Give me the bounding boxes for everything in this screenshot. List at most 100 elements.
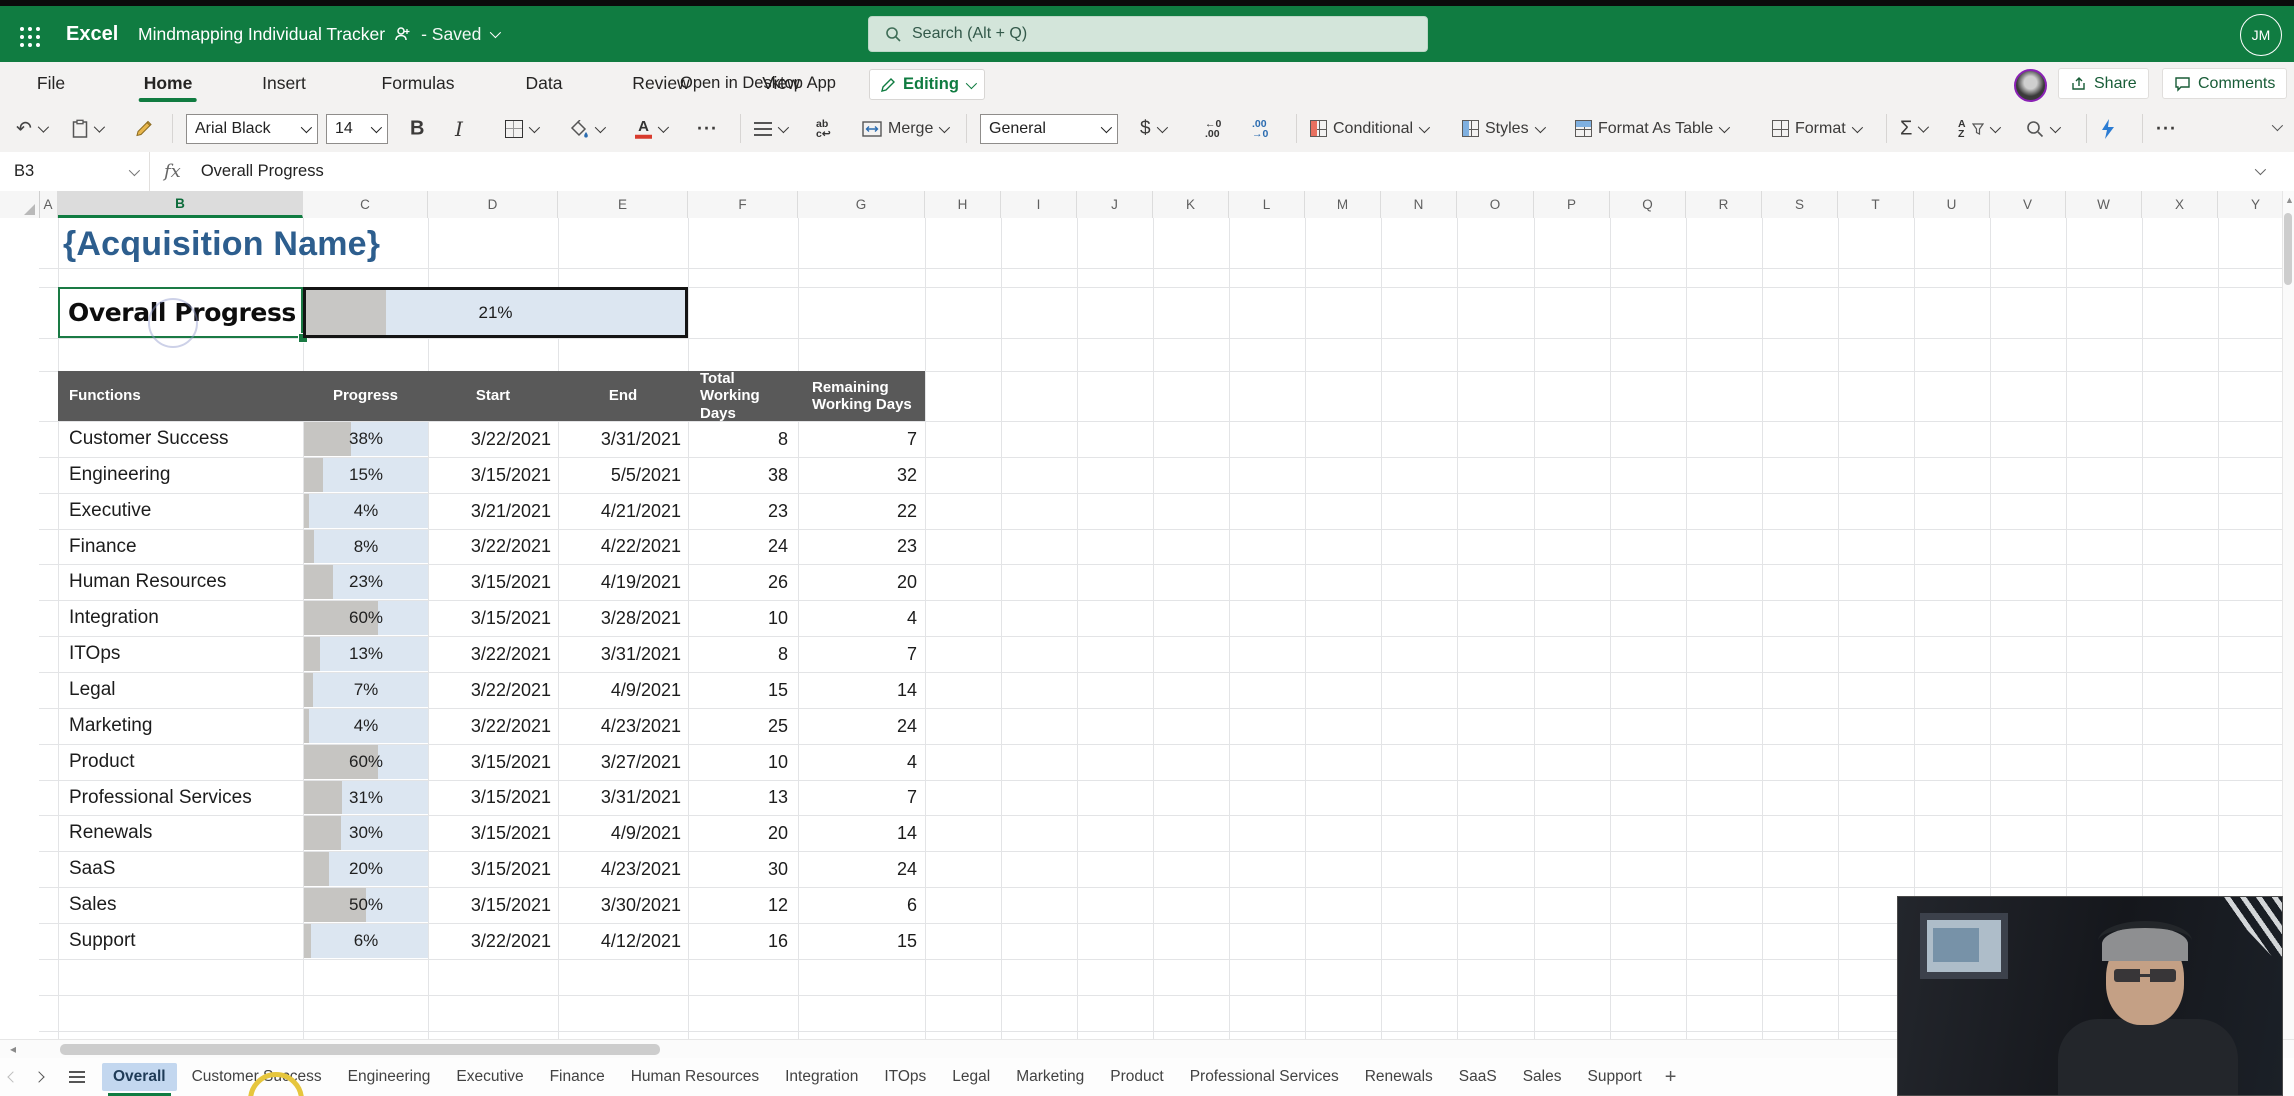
cell-total-working-days[interactable]: 8 xyxy=(688,421,798,457)
formula-input[interactable]: Overall Progress xyxy=(195,162,324,181)
cell-total-working-days[interactable]: 13 xyxy=(688,780,798,815)
cell-remaining-working-days[interactable]: 7 xyxy=(798,780,925,815)
cell-end-date[interactable]: 3/27/2021 xyxy=(558,744,688,780)
cell-remaining-working-days[interactable]: 14 xyxy=(798,672,925,708)
cell-end-date[interactable]: 3/31/2021 xyxy=(558,636,688,672)
cell-total-working-days[interactable]: 10 xyxy=(688,744,798,780)
cell-progress[interactable]: 15% xyxy=(304,458,428,492)
increase-decimal-button[interactable]: .00→0 xyxy=(1252,119,1268,139)
cell-end-date[interactable]: 4/9/2021 xyxy=(558,815,688,851)
menu-data[interactable]: Data xyxy=(526,62,563,105)
cell-function-name[interactable]: ITOps xyxy=(58,636,303,672)
bold-button[interactable]: B xyxy=(410,117,424,140)
sheet-tab-executive[interactable]: Executive xyxy=(445,1063,534,1091)
analyze-data-button[interactable] xyxy=(2100,119,2116,139)
all-sheets-icon[interactable] xyxy=(62,1071,92,1083)
cell-total-working-days[interactable]: 26 xyxy=(688,564,798,600)
cell-end-date[interactable]: 5/5/2021 xyxy=(558,457,688,493)
column-header-H[interactable]: H xyxy=(925,191,1001,218)
column-header-B[interactable]: B xyxy=(58,191,303,218)
cell-end-date[interactable]: 4/9/2021 xyxy=(558,672,688,708)
cell-remaining-working-days[interactable]: 4 xyxy=(798,600,925,636)
menu-insert[interactable]: Insert xyxy=(262,62,306,105)
table-header-progress[interactable]: Progress xyxy=(303,371,428,421)
cell-start-date[interactable]: 3/21/2021 xyxy=(428,493,558,529)
menu-home[interactable]: Home xyxy=(144,62,193,105)
cell-start-date[interactable]: 3/22/2021 xyxy=(428,529,558,564)
cell-start-date[interactable]: 3/15/2021 xyxy=(428,887,558,923)
sheet-tab-renewals[interactable]: Renewals xyxy=(1354,1063,1444,1091)
account-avatar[interactable]: JM xyxy=(2240,14,2282,56)
scroll-up-icon[interactable]: ▲ xyxy=(2285,195,2294,205)
cell-end-date[interactable]: 3/31/2021 xyxy=(558,780,688,815)
cell-remaining-working-days[interactable]: 20 xyxy=(798,564,925,600)
menu-file[interactable]: File xyxy=(37,62,65,105)
title-chevron-icon[interactable] xyxy=(490,27,501,38)
column-header-D[interactable]: D xyxy=(428,191,558,218)
table-header-end[interactable]: End xyxy=(558,371,688,421)
cell-remaining-working-days[interactable]: 23 xyxy=(798,529,925,564)
acquisition-name-cell[interactable]: {Acquisition Name} xyxy=(63,225,380,264)
next-sheet-icon[interactable] xyxy=(26,1073,52,1081)
vertical-scroll-thumb[interactable] xyxy=(2284,213,2292,285)
cell-progress[interactable]: 4% xyxy=(304,494,428,528)
menu-formulas[interactable]: Formulas xyxy=(382,62,455,105)
find-button[interactable] xyxy=(2026,120,2058,138)
cell-progress[interactable]: 50% xyxy=(304,888,428,922)
column-header-T[interactable]: T xyxy=(1838,191,1914,218)
sheet-tab-overall[interactable]: Overall xyxy=(102,1063,177,1091)
cell-function-name[interactable]: Support xyxy=(58,923,303,959)
cell-total-working-days[interactable]: 25 xyxy=(688,708,798,744)
cell-total-working-days[interactable]: 15 xyxy=(688,672,798,708)
table-header-total-working-days[interactable]: Total Working Days xyxy=(688,371,798,421)
sheet-tab-support[interactable]: Support xyxy=(1577,1063,1653,1091)
cell-progress[interactable]: 38% xyxy=(304,422,428,456)
sheet-tab-finance[interactable]: Finance xyxy=(539,1063,616,1091)
borders-button[interactable] xyxy=(505,120,537,138)
app-name[interactable]: Excel xyxy=(66,6,118,62)
sheet-tab-saas[interactable]: SaaS xyxy=(1448,1063,1508,1091)
cell-function-name[interactable]: SaaS xyxy=(58,851,303,887)
prev-sheet-icon[interactable] xyxy=(0,1073,26,1081)
cell-progress[interactable]: 31% xyxy=(304,781,428,814)
cell-remaining-working-days[interactable]: 7 xyxy=(798,421,925,457)
cell-progress[interactable]: 4% xyxy=(304,709,428,743)
cell-start-date[interactable]: 3/15/2021 xyxy=(428,780,558,815)
currency-format-button[interactable]: $ xyxy=(1140,118,1165,140)
cell-start-date[interactable]: 3/15/2021 xyxy=(428,744,558,780)
table-header-functions[interactable]: Functions xyxy=(58,371,303,421)
cell-progress[interactable]: 30% xyxy=(304,816,428,850)
column-header-W[interactable]: W xyxy=(2066,191,2142,218)
column-header-N[interactable]: N xyxy=(1381,191,1457,218)
column-header-X[interactable]: X xyxy=(2142,191,2218,218)
cell-end-date[interactable]: 4/23/2021 xyxy=(558,708,688,744)
cell-function-name[interactable]: Legal xyxy=(58,672,303,708)
cell-end-date[interactable]: 4/19/2021 xyxy=(558,564,688,600)
cell-start-date[interactable]: 3/15/2021 xyxy=(428,457,558,493)
cell-start-date[interactable]: 3/15/2021 xyxy=(428,815,558,851)
cell-end-date[interactable]: 4/23/2021 xyxy=(558,851,688,887)
cell-end-date[interactable]: 3/31/2021 xyxy=(558,421,688,457)
column-header-P[interactable]: P xyxy=(1534,191,1610,218)
cell-remaining-working-days[interactable]: 24 xyxy=(798,708,925,744)
horizontal-scroll-thumb[interactable] xyxy=(60,1044,660,1055)
cell-progress[interactable]: 6% xyxy=(304,924,428,958)
font-size-combo[interactable]: 14 xyxy=(326,114,388,144)
sheet-tab-itops[interactable]: ITOps xyxy=(873,1063,937,1091)
fill-color-button[interactable] xyxy=(570,120,603,138)
alignment-button[interactable] xyxy=(754,122,786,136)
cell-end-date[interactable]: 4/12/2021 xyxy=(558,923,688,959)
cell-start-date[interactable]: 3/15/2021 xyxy=(428,600,558,636)
cell-function-name[interactable]: Product xyxy=(58,744,303,780)
conditional-formatting-button[interactable]: Conditional xyxy=(1310,120,1427,138)
column-header-F[interactable]: F xyxy=(688,191,798,218)
column-header-I[interactable]: I xyxy=(1001,191,1077,218)
column-header-A[interactable]: A xyxy=(39,191,58,218)
font-color-button[interactable]: A xyxy=(635,118,666,139)
cell-total-working-days[interactable]: 30 xyxy=(688,851,798,887)
format-painter-icon[interactable] xyxy=(136,119,155,138)
number-format-combo[interactable]: General xyxy=(980,114,1118,144)
cell-progress[interactable]: 8% xyxy=(304,530,428,563)
column-header-L[interactable]: L xyxy=(1229,191,1305,218)
cell-start-date[interactable]: 3/22/2021 xyxy=(428,636,558,672)
